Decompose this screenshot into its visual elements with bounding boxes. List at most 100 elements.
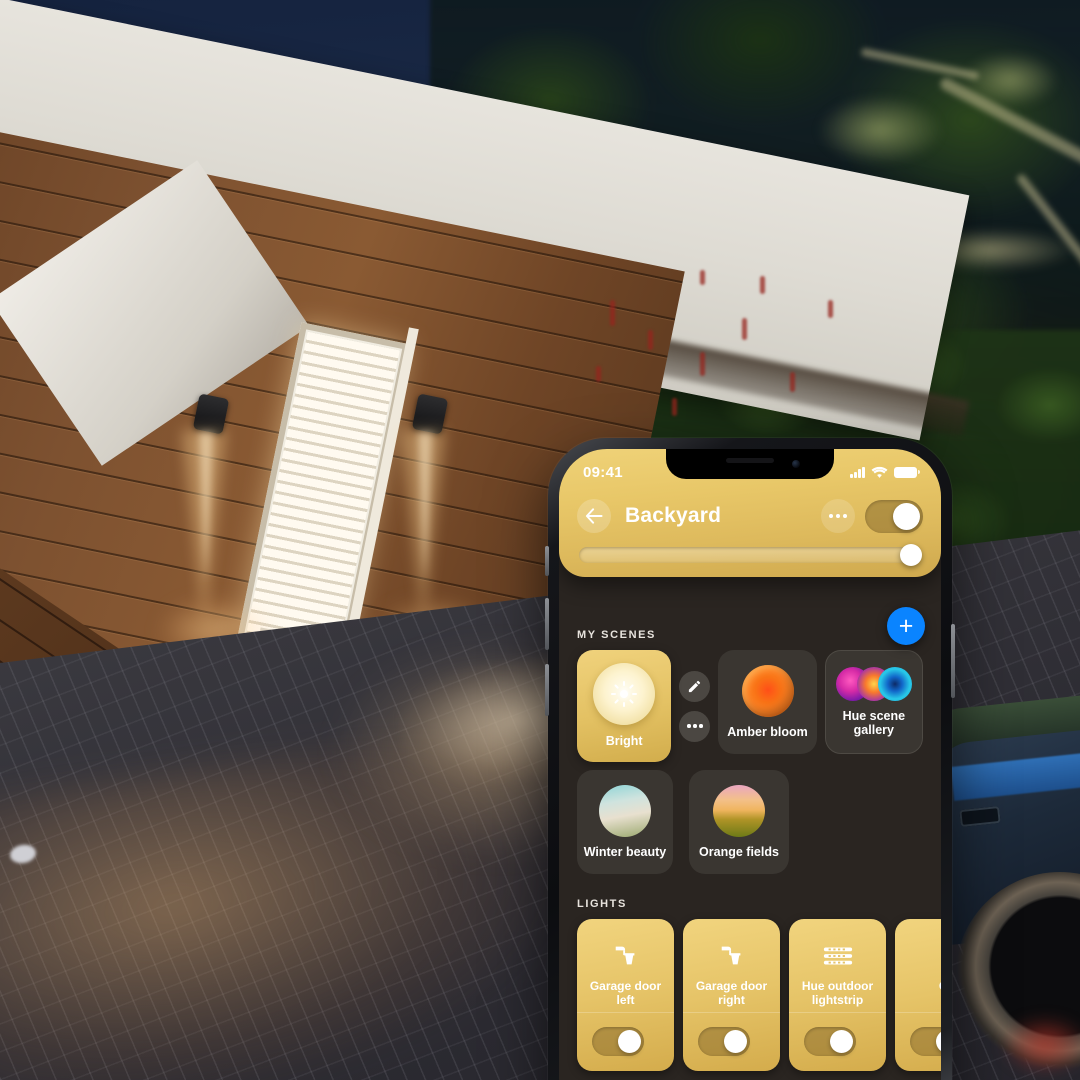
light-power-toggle[interactable] <box>592 1027 644 1056</box>
status-icons <box>850 466 920 479</box>
red-flower-spike <box>648 330 653 350</box>
sunset-field-thumbnail <box>713 784 765 837</box>
sun-ray <box>611 693 617 696</box>
light-card-garage-door-left[interactable]: Garage door left <box>577 919 674 1071</box>
color-scene-circles <box>835 666 912 701</box>
red-flower-spike <box>700 352 705 376</box>
light-power-toggle[interactable] <box>698 1027 750 1056</box>
red-flower-spike <box>760 276 765 294</box>
back-button[interactable] <box>577 499 611 533</box>
dot <box>843 514 847 518</box>
scene-card-bright[interactable]: Bright <box>577 650 672 762</box>
dot <box>699 724 703 728</box>
lights-section-label: LIGHTS <box>577 898 627 910</box>
light-power-toggle[interactable] <box>910 1027 941 1056</box>
divider <box>895 1012 941 1013</box>
wifi-icon <box>871 466 888 478</box>
back-arrow-icon <box>585 508 603 524</box>
earpiece-speaker <box>726 458 774 463</box>
red-flower-spike <box>742 318 747 340</box>
room-power-toggle[interactable] <box>865 499 923 533</box>
sun-ray <box>629 684 635 690</box>
light-label-line2: left <box>616 993 635 1008</box>
scene-circle-blue <box>877 666 912 701</box>
dot <box>829 514 833 518</box>
slider-knob[interactable] <box>900 544 922 566</box>
sun-ray <box>623 702 626 708</box>
light-label: Hue outdoor lightstrip <box>797 979 878 1008</box>
scene-actions <box>679 650 711 762</box>
red-flower-spike <box>596 366 601 382</box>
car-taillight <box>1000 1015 1080 1075</box>
front-camera <box>792 460 800 468</box>
my-scenes-section-label: MY SCENES <box>577 629 656 641</box>
light-card-garage-door-right[interactable]: Garage door right <box>683 919 780 1071</box>
status-time: 09:41 <box>583 463 623 481</box>
red-flower-spike <box>790 372 795 392</box>
phone-notch <box>666 449 834 479</box>
lights-row: Garage door left Garage door right Hue o… <box>559 919 941 1071</box>
red-flower-spike <box>700 270 705 285</box>
light-label-line1: Hue outdoor <box>801 979 874 993</box>
light-label-line2: right <box>718 993 745 1008</box>
orange-flower-thumbnail <box>741 664 794 717</box>
scene-card-hue-gallery[interactable]: Hue scene gallery <box>824 650 923 754</box>
dot <box>836 514 840 518</box>
pencil-edit-icon[interactable] <box>679 670 711 702</box>
dot <box>687 724 691 728</box>
light-card-partial[interactable]: O <box>895 919 941 1071</box>
light-power-toggle[interactable] <box>804 1027 856 1056</box>
sun-ray <box>629 699 635 705</box>
wall-downlight-icon <box>611 939 641 973</box>
red-flower-spike <box>610 300 615 326</box>
scenes-row-2: Winter beauty Orange fields <box>559 770 941 874</box>
phone-mockup: + MY SCENES Bright Amber bloom Hue scene… <box>545 438 955 1080</box>
scene-label-line2: gallery <box>853 723 894 737</box>
scene-label: Orange fields <box>699 844 779 859</box>
divider <box>683 1012 780 1013</box>
lamp-beam-core <box>418 432 432 582</box>
sun-ray <box>623 681 626 687</box>
light-label: Garage door right <box>691 979 772 1008</box>
light-label-line2: lightstrip <box>811 993 864 1008</box>
scene-label: Amber bloom <box>727 724 808 739</box>
scene-card-winter-beauty[interactable]: Winter beauty <box>577 770 673 874</box>
volume-up-button[interactable] <box>545 598 549 650</box>
light-card-hue-outdoor-lightstrip[interactable]: Hue outdoor lightstrip <box>789 919 886 1071</box>
sun-ray <box>614 684 620 690</box>
toggle-knob <box>893 502 920 530</box>
brightness-slider[interactable] <box>579 544 922 566</box>
divider <box>577 1012 674 1013</box>
wall-downlight-icon <box>717 939 747 973</box>
scenes-row-1: Bright Amber bloom Hue scene gallery <box>559 650 941 762</box>
light-label: O <box>934 979 941 993</box>
light-label-line1: Garage door <box>589 979 662 993</box>
sun-ray <box>614 699 620 705</box>
scene-label: Winter beauty <box>583 844 667 859</box>
volume-down-button[interactable] <box>545 664 549 716</box>
dot <box>693 724 697 728</box>
scene-label: Hue scene gallery <box>843 709 906 738</box>
add-scene-button[interactable]: + <box>887 607 925 645</box>
add-icon: + <box>898 611 914 640</box>
page-title: Backyard <box>625 504 722 527</box>
lightstrip-icon <box>822 939 854 973</box>
divider <box>789 1012 886 1013</box>
light-label-line1: Garage door <box>695 979 768 993</box>
sun-ray <box>632 693 638 696</box>
lamp-beam-core <box>199 432 213 582</box>
nav-row: Backyard <box>575 499 925 533</box>
more-options-icon[interactable] <box>679 710 711 742</box>
more-options-button[interactable] <box>821 499 855 533</box>
snowy-mountain-thumbnail <box>599 784 651 837</box>
mute-switch[interactable] <box>545 546 549 576</box>
scene-label-line1: Hue scene <box>842 708 906 723</box>
phone-screen: + MY SCENES Bright Amber bloom Hue scene… <box>559 449 941 1080</box>
red-flower-spike <box>672 398 677 416</box>
red-flower-spike <box>828 300 833 318</box>
power-button[interactable] <box>951 624 955 698</box>
scene-card-amber-bloom[interactable]: Amber bloom <box>718 650 817 754</box>
scene-label: Bright <box>605 734 643 749</box>
battery-full-icon <box>894 466 920 478</box>
scene-card-orange-fields[interactable]: Orange fields <box>689 770 789 874</box>
